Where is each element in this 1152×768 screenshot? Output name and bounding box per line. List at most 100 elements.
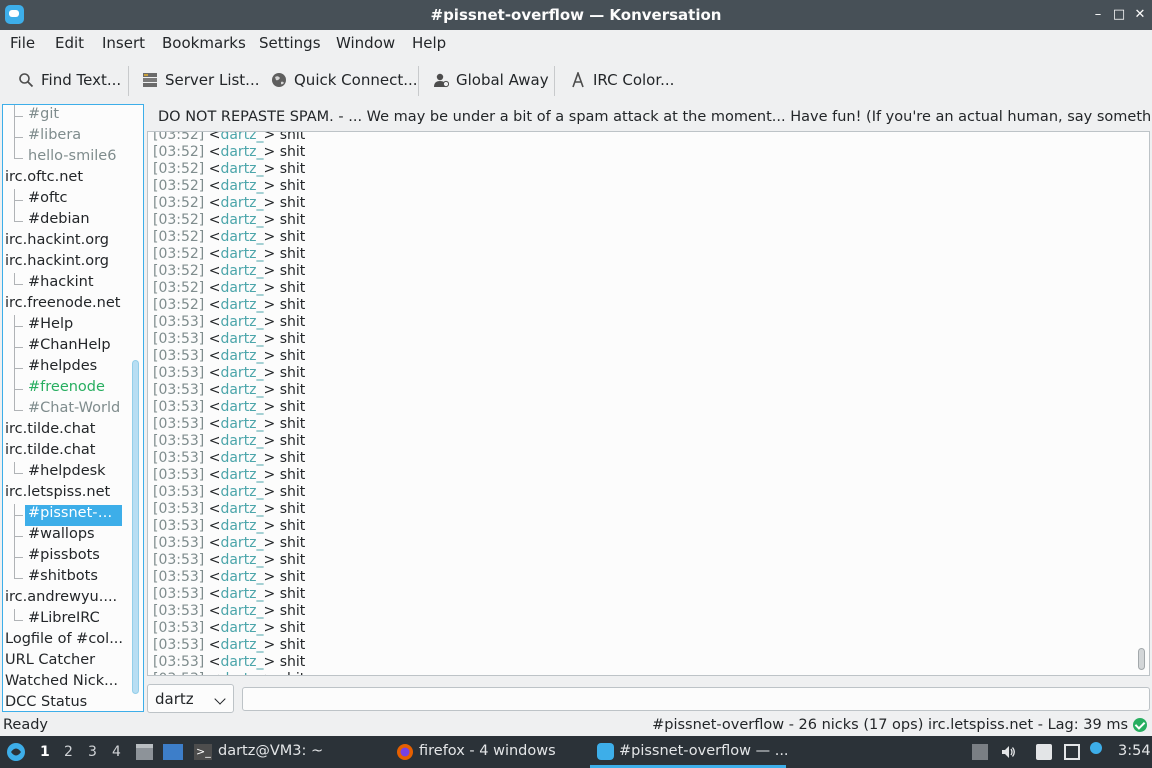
message-nick[interactable]: dartz_ xyxy=(220,161,263,177)
nick-selector[interactable]: dartz xyxy=(147,684,234,713)
sidebar-channel-item[interactable]: #debian xyxy=(25,211,93,232)
message-nick[interactable]: dartz_ xyxy=(220,569,263,585)
menu-bookmarks[interactable]: Bookmarks xyxy=(162,34,246,52)
chat-scrollbar[interactable] xyxy=(1138,648,1145,670)
task-firefox[interactable]: firefox - 4 windows xyxy=(419,743,556,759)
sidebar-channel-item[interactable]: #oftc xyxy=(25,190,71,211)
sidebar-server-item[interactable]: URL Catcher xyxy=(5,652,95,673)
workspace-4[interactable]: 4 xyxy=(112,744,121,760)
message-nick[interactable]: dartz_ xyxy=(220,178,263,194)
menu-edit[interactable]: Edit xyxy=(55,34,84,52)
message-nick[interactable]: dartz_ xyxy=(220,620,263,636)
message-nick[interactable]: dartz_ xyxy=(220,399,263,415)
sidebar-channel-item[interactable]: #freenode xyxy=(25,379,108,400)
sidebar-channel-item[interactable]: #LibreIRC xyxy=(25,610,103,631)
sidebar-channel-item[interactable]: #helpdes xyxy=(25,358,100,379)
workspace-3[interactable]: 3 xyxy=(88,744,97,760)
message-nick[interactable]: dartz_ xyxy=(220,586,263,602)
quick-connect-button[interactable]: Quick Connect... xyxy=(271,66,418,94)
message-nick[interactable]: dartz_ xyxy=(220,433,263,449)
message-nick[interactable]: dartz_ xyxy=(220,535,263,551)
message-nick[interactable]: dartz_ xyxy=(220,671,263,675)
message-nick[interactable]: dartz_ xyxy=(220,263,263,279)
message-nick[interactable]: dartz_ xyxy=(220,195,263,211)
tray-storage-icon[interactable] xyxy=(972,744,988,760)
workspace-2[interactable]: 2 xyxy=(64,744,73,760)
sidebar-server-item[interactable]: irc.oftc.net xyxy=(5,169,83,190)
message-nick[interactable]: dartz_ xyxy=(220,382,263,398)
sidebar-server-item[interactable]: irc.tilde.chat xyxy=(5,421,95,442)
sidebar-server-item[interactable]: Watched Nick... xyxy=(5,673,118,694)
sidebar-server-item[interactable]: DCC Status xyxy=(5,694,87,711)
show-desktop-icon[interactable] xyxy=(163,744,183,760)
message-nick[interactable]: dartz_ xyxy=(220,144,263,160)
message-nick[interactable]: dartz_ xyxy=(220,552,263,568)
irc-color-button[interactable]: IRC Color... xyxy=(570,66,674,94)
close-icon[interactable]: ✕ xyxy=(1132,7,1148,23)
sidebar-channel-item[interactable]: hello-smile6 xyxy=(25,148,119,169)
message-nick[interactable]: dartz_ xyxy=(220,654,263,670)
sidebar-server-item[interactable]: Logfile of #col... xyxy=(5,631,123,652)
sidebar-server-item[interactable]: irc.tilde.chat xyxy=(5,442,95,463)
file-manager-icon[interactable] xyxy=(136,744,153,760)
find-text-button[interactable]: Find Text... xyxy=(18,66,121,94)
sidebar-server-item[interactable]: irc.hackint.org xyxy=(5,253,109,274)
volume-icon[interactable] xyxy=(1000,744,1016,760)
sidebar-channel-item[interactable]: #helpdesk xyxy=(25,463,109,484)
message-nick[interactable]: dartz_ xyxy=(220,484,263,500)
clipboard-icon[interactable] xyxy=(1036,744,1052,760)
message-nick[interactable]: dartz_ xyxy=(220,314,263,330)
sidebar-server-item[interactable]: irc.andrewyu.... xyxy=(5,589,117,610)
message-nick[interactable]: dartz_ xyxy=(220,297,263,313)
message-nick[interactable]: dartz_ xyxy=(220,416,263,432)
channel-tree[interactable]: #git #libera hello-smile6 irc.oftc.net #oftc… xyxy=(2,104,144,712)
menu-window[interactable]: Window xyxy=(336,34,395,52)
sidebar-channel-item[interactable]: #git xyxy=(25,106,62,127)
message-nick[interactable]: dartz_ xyxy=(220,450,263,466)
sidebar-channel-item[interactable]: #pissnet-ov... xyxy=(25,505,122,526)
workspace-1[interactable]: 1 xyxy=(40,744,50,760)
minimize-icon[interactable]: – xyxy=(1090,7,1106,23)
sidebar-server-item[interactable]: irc.freenode.net xyxy=(5,295,120,316)
maximize-icon[interactable]: □ xyxy=(1111,7,1127,23)
clock[interactable]: 3:54 xyxy=(1118,743,1151,759)
sidebar-channel-item[interactable]: #hackint xyxy=(25,274,97,295)
message-nick[interactable]: dartz_ xyxy=(220,467,263,483)
message-nick[interactable]: dartz_ xyxy=(220,280,263,296)
global-away-button[interactable]: Global Away xyxy=(433,66,549,94)
menu-settings[interactable]: Settings xyxy=(259,34,321,52)
server-list-button[interactable]: Server List... xyxy=(142,66,259,94)
message-nick[interactable]: dartz_ xyxy=(220,501,263,517)
message-nick[interactable]: dartz_ xyxy=(220,331,263,347)
sidebar-channel-item[interactable]: #libera xyxy=(25,127,84,148)
sidebar-server-item[interactable]: irc.letspiss.net xyxy=(5,484,110,505)
message-nick[interactable]: dartz_ xyxy=(220,637,263,653)
message-nick[interactable]: dartz_ xyxy=(220,246,263,262)
sidebar-channel-item[interactable]: #pissbots xyxy=(25,547,103,568)
sidebar-channel-item[interactable]: #Chat-World xyxy=(25,400,123,421)
message-nick[interactable]: dartz_ xyxy=(220,229,263,245)
message-nick[interactable]: dartz_ xyxy=(220,132,263,143)
menu-file[interactable]: File xyxy=(10,34,35,52)
message-nick[interactable]: dartz_ xyxy=(220,365,263,381)
task-konversation[interactable]: #pissnet-overflow — ... xyxy=(619,743,789,759)
menu-insert[interactable]: Insert xyxy=(102,34,145,52)
sidebar-channel-item[interactable]: #Help xyxy=(25,316,76,337)
message-nick[interactable]: dartz_ xyxy=(220,212,263,228)
chat-view[interactable]: [03:52] <dartz_> shit [03:52] <dartz_> sh… xyxy=(147,131,1150,676)
network-icon[interactable] xyxy=(1064,744,1080,760)
notification-icon[interactable] xyxy=(1090,742,1102,754)
start-menu-icon[interactable] xyxy=(6,742,26,762)
task-terminal[interactable]: dartz@VM3: ~ xyxy=(218,743,323,759)
sidebar-channel-item[interactable]: #wallops xyxy=(25,526,98,547)
message-nick[interactable]: dartz_ xyxy=(220,603,263,619)
menu-help[interactable]: Help xyxy=(412,34,446,52)
message-input[interactable] xyxy=(242,687,1150,711)
sidebar-server-item[interactable]: irc.hackint.org xyxy=(5,232,109,253)
message-nick[interactable]: dartz_ xyxy=(220,518,263,534)
message-nick[interactable]: dartz_ xyxy=(220,348,263,364)
sidebar-channel-item[interactable]: #ChanHelp xyxy=(25,337,114,358)
nick-bracket: > xyxy=(263,212,280,228)
sidebar-channel-item[interactable]: #shitbots xyxy=(25,568,101,589)
sidebar-scrollbar[interactable] xyxy=(132,360,139,694)
